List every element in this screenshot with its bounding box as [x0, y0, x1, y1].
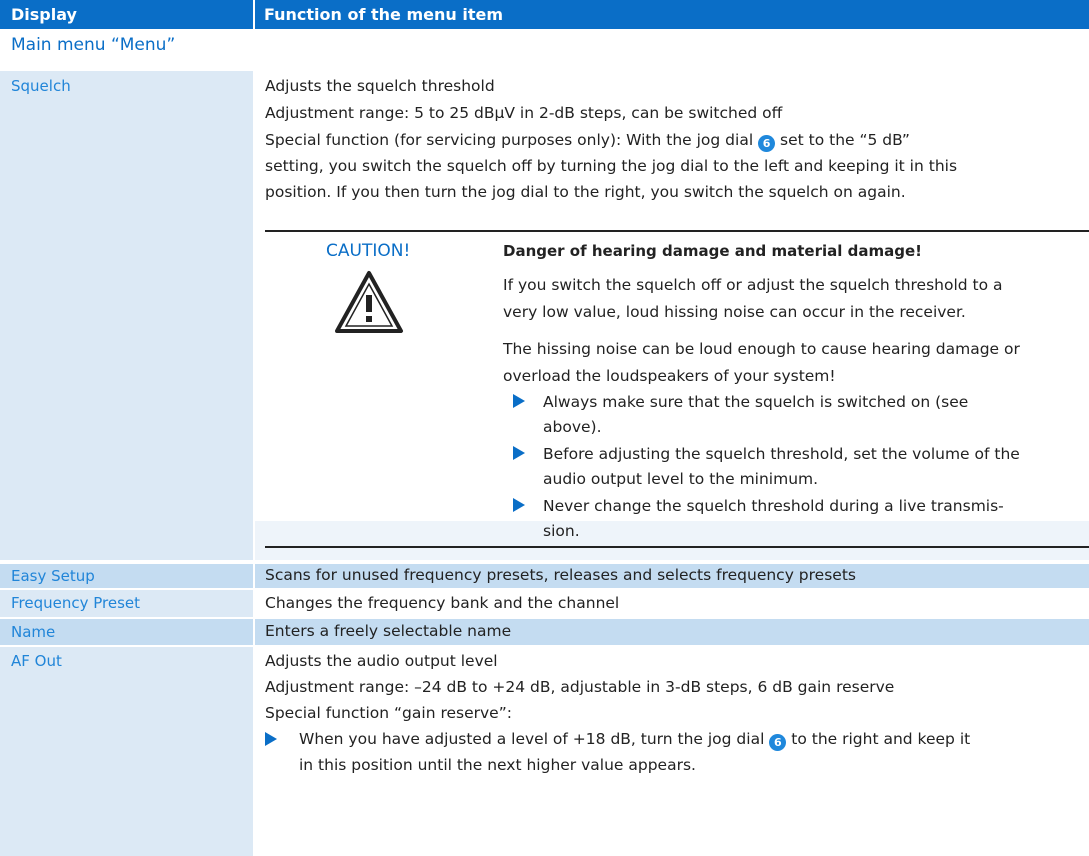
easy-setup-text: Scans for unused frequency presets, rele…	[265, 566, 856, 584]
caution-bullet1-line2: above).	[543, 418, 602, 436]
bullet-arrow-icon	[513, 498, 525, 512]
freq-preset-text: Changes the frequency bank and the chann…	[265, 594, 620, 612]
table-header: Display Function of the menu item	[0, 0, 1089, 29]
af-out-bullet-line1: When you have adjusted a level of +18 dB…	[299, 727, 970, 752]
header-display-label: Display	[11, 5, 77, 24]
caution-bullet2-line1: Before adjusting the squelch threshold, …	[543, 445, 1020, 463]
squelch-label: Squelch	[11, 77, 71, 95]
af-out-line1: Adjusts the audio output level	[265, 652, 498, 670]
name-text: Enters a freely selectable name	[265, 622, 512, 640]
af-out-bullet-line2: in this position until the next higher v…	[299, 756, 696, 774]
af-out-line3: Special function “gain reserve”:	[265, 704, 512, 722]
bullet-arrow-icon	[265, 732, 277, 746]
caution-label: CAUTION!	[326, 241, 411, 261]
squelch-line4: setting, you switch the squelch off by t…	[265, 157, 958, 175]
squelch-line3: Special function (for servicing purposes…	[265, 128, 910, 153]
af-out-label-cell	[0, 647, 253, 856]
header-display-cell: Display	[0, 0, 253, 29]
caution-heading: Danger of hearing damage and material da…	[503, 242, 922, 260]
squelch-line5: position. If you then turn the jog dial …	[265, 183, 906, 201]
warning-triangle-icon	[335, 271, 403, 333]
caution-bullet1-line1: Always make sure that the squelch is swi…	[543, 393, 969, 411]
caution-bullet3-line2: sion.	[543, 522, 580, 540]
section-title: Main menu “Menu”	[11, 35, 176, 55]
caution-bullet3-line1: Never change the squelch threshold durin…	[543, 497, 1004, 515]
squelch-line3-start: Special function (for servicing purposes…	[265, 131, 754, 149]
caution-p2-line2: overload the loudspeakers of your system…	[503, 367, 836, 385]
jog-dial-number-icon: 6	[758, 135, 776, 152]
caution-p2-line1: The hissing noise can be loud enough to …	[503, 340, 1020, 358]
header-function-cell: Function of the menu item	[255, 0, 1089, 29]
af-out-bullet-end: to the right and keep it	[791, 730, 971, 748]
af-out-label: AF Out	[11, 652, 62, 670]
af-out-line2: Adjustment range: –24 dB to +24 dB, adju…	[265, 678, 895, 696]
squelch-line1: Adjusts the squelch threshold	[265, 77, 495, 95]
freq-preset-label: Frequency Preset	[11, 594, 141, 612]
easy-setup-label: Easy Setup	[11, 567, 95, 585]
squelch-line3-end: set to the “5 dB”	[780, 131, 910, 149]
manual-page: Display Function of the menu item Main m…	[0, 0, 1089, 856]
bullet-arrow-icon	[513, 446, 525, 460]
jog-dial-number-icon: 6	[769, 734, 787, 751]
caution-rule-bottom	[265, 546, 1089, 548]
squelch-line2: Adjustment range: 5 to 25 dBµV in 2-dB s…	[265, 104, 783, 122]
header-function-label: Function of the menu item	[264, 5, 503, 24]
caution-rule-top	[265, 230, 1089, 232]
squelch-row-filler	[255, 521, 1089, 560]
caution-bullet2-line2: audio output level to the minimum.	[543, 470, 819, 488]
caution-p1-line1: If you switch the squelch off or adjust …	[503, 276, 1003, 294]
bullet-arrow-icon	[513, 394, 525, 408]
name-label: Name	[11, 623, 56, 641]
squelch-label-cell	[0, 71, 253, 560]
af-out-bullet-start: When you have adjusted a level of +18 dB…	[299, 730, 765, 748]
caution-p1-line2: very low value, loud hissing noise can o…	[503, 303, 966, 321]
